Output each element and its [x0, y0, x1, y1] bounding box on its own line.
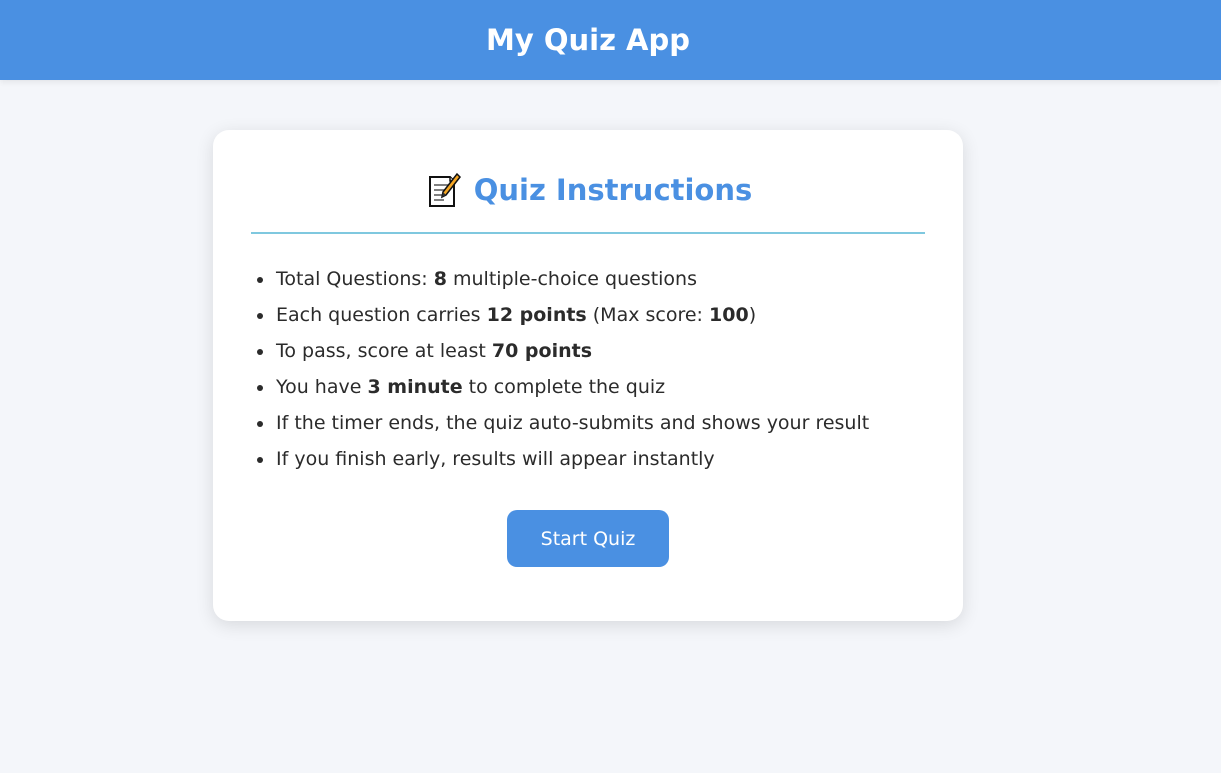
- list-item: To pass, score at least 70 points: [251, 336, 925, 372]
- instructions-heading: Quiz Instructions: [251, 170, 925, 210]
- app-header: My Quiz App: [0, 0, 1221, 80]
- list-item: If the timer ends, the quiz auto-submits…: [251, 408, 925, 444]
- list-item: If you finish early, results will appear…: [251, 444, 925, 480]
- memo-icon: [424, 171, 462, 209]
- instructions-title: Quiz Instructions: [473, 173, 753, 207]
- list-item: Total Questions: 8 multiple-choice quest…: [251, 264, 925, 300]
- instructions-card: Quiz Instructions Total Questions: 8 mul…: [213, 130, 963, 621]
- start-quiz-button[interactable]: Start Quiz: [507, 510, 669, 567]
- app-title: My Quiz App: [485, 23, 691, 57]
- list-item: You have 3 minute to complete the quiz: [251, 372, 925, 408]
- rules-list: Total Questions: 8 multiple-choice quest…: [251, 264, 925, 480]
- list-item: Each question carries 12 points (Max sco…: [251, 300, 925, 336]
- heading-divider: [251, 232, 925, 234]
- start-button-container: Start Quiz: [251, 510, 925, 567]
